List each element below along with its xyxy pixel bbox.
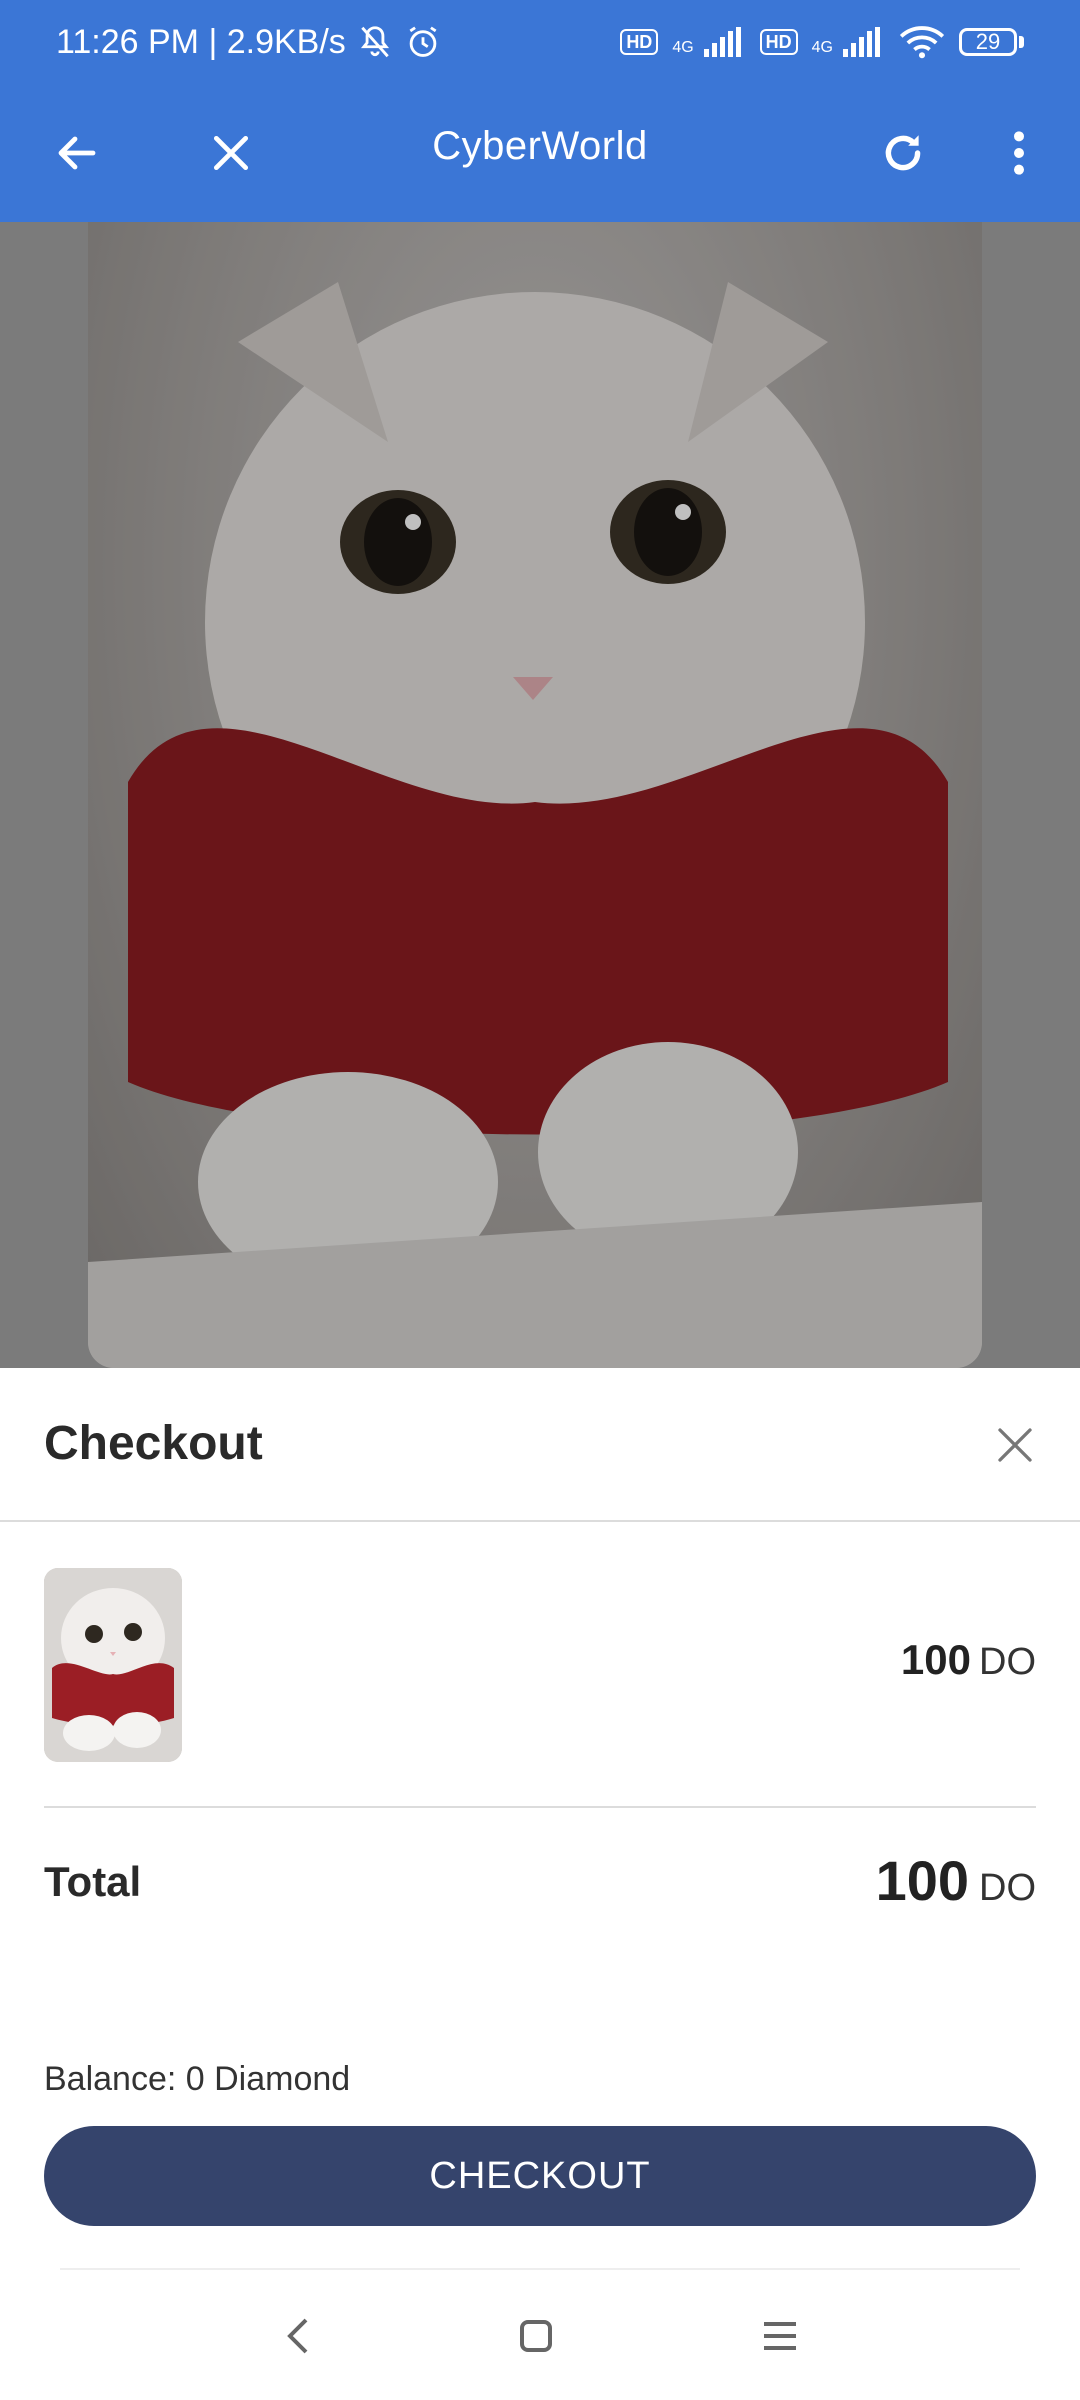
refresh-icon <box>885 135 921 171</box>
item-thumbnail <box>44 1568 182 1762</box>
total-amount: 100 <box>875 1849 969 1912</box>
item-price-currency: DO <box>979 1641 1036 1683</box>
mute-bell-icon <box>360 26 389 58</box>
status-bar: 11:26 PM | 2.9KB/s HD 4G HD 4G 29 <box>0 0 1080 84</box>
nav-home-button[interactable] <box>506 2306 566 2366</box>
more-button[interactable] <box>984 118 1054 188</box>
total-price: 100 DO <box>876 1848 1036 1913</box>
network-type: 4G <box>672 39 694 56</box>
image-viewer <box>0 222 1080 1368</box>
battery-level: 29 <box>975 29 1001 54</box>
network-type: 4G <box>811 39 833 56</box>
hd-badge: HD <box>620 29 659 55</box>
nav-home-icon <box>520 2320 552 2352</box>
nav-back-icon <box>287 2318 308 2354</box>
status-left: 11:26 PM | 2.9KB/s <box>56 23 442 62</box>
signal-icon <box>703 27 741 57</box>
item-price-amount: 100 <box>900 1636 971 1683</box>
nav-back-button[interactable] <box>268 2306 328 2366</box>
status-right: HD 4G HD 4G 29 <box>620 25 1024 59</box>
checkout-sheet: Checkout 100 DO Total 100 DO Balance: 0 Di… <box>0 1368 1080 2400</box>
sheet-title: Checkout <box>44 1417 263 1470</box>
balance-text: Balance: 0 Diamond <box>44 2060 351 2098</box>
more-vert-icon <box>1014 131 1024 175</box>
checkout-button[interactable]: CHECKOUT <box>44 2126 1036 2226</box>
battery-icon: 29 <box>959 28 1024 56</box>
nav-menu-button[interactable] <box>750 2306 810 2366</box>
sheet-close-button[interactable] <box>990 1420 1040 1470</box>
nav-menu-icon <box>764 2322 796 2350</box>
item-price: 100 DO <box>901 1636 1036 1684</box>
wifi-icon <box>899 26 945 59</box>
cat-photo <box>88 222 982 1368</box>
cat-thumbnail-image <box>44 1568 182 1762</box>
header-divider <box>0 1520 1080 1522</box>
status-time-speed: 11:26 PM | 2.9KB/s <box>56 22 346 61</box>
close-icon <box>998 1428 1032 1462</box>
item-divider <box>44 1806 1036 1808</box>
signal-icon <box>843 27 880 57</box>
refresh-button[interactable] <box>868 118 938 188</box>
app-bar: CyberWorld <box>0 84 1080 222</box>
total-label: Total <box>44 1858 142 1905</box>
total-currency: DO <box>979 1867 1036 1909</box>
alarm-icon <box>409 26 437 57</box>
hd-badge: HD <box>759 29 798 55</box>
nav-divider <box>60 2268 1020 2270</box>
